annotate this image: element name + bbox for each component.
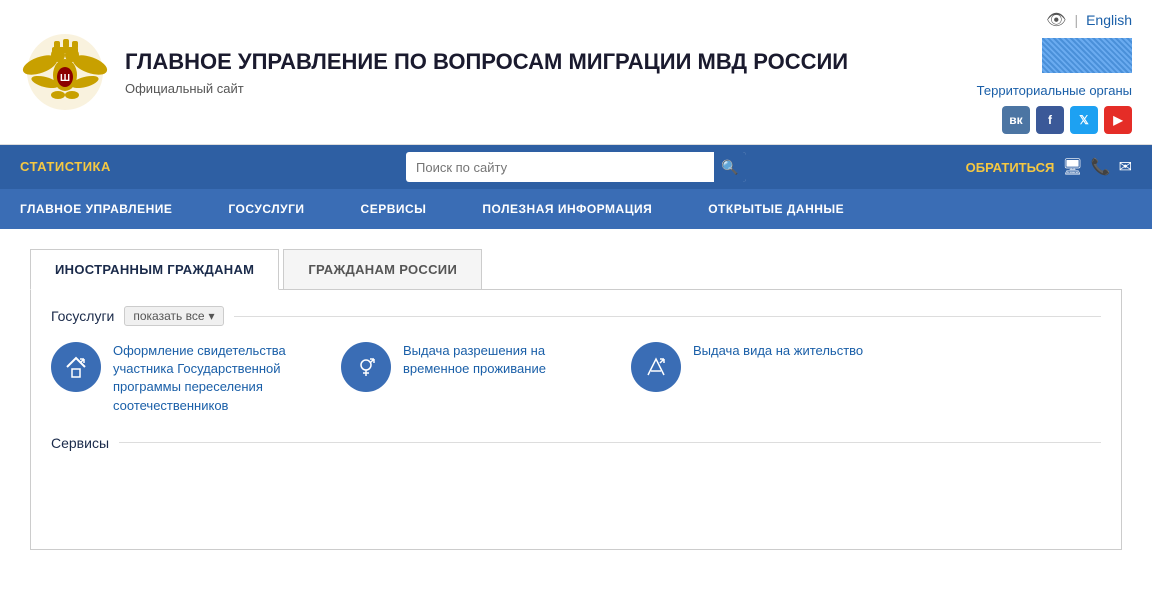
- service-text-1[interactable]: Оформление свидетельства участника Госуд…: [113, 342, 311, 415]
- service-card-2: Выдача разрешения на временное проживани…: [341, 342, 601, 415]
- service-cards-row: Оформление свидетельства участника Госуд…: [51, 342, 1101, 415]
- social-fb-icon[interactable]: f: [1036, 106, 1064, 134]
- gosuslugi-title: Госуслуги: [51, 308, 114, 324]
- english-lang-link[interactable]: English: [1086, 12, 1132, 28]
- logo-area: Ш ГЛАВНОЕ УПРАВЛЕНИЕ ПО ВОПРОСАМ МИГРАЦИ…: [20, 27, 972, 117]
- nav-main-servisy[interactable]: СЕРВИСЫ: [333, 202, 455, 216]
- service-text-2[interactable]: Выдача разрешения на временное проживани…: [403, 342, 601, 378]
- tab-foreign-citizens[interactable]: ИНОСТРАННЫМ ГРАЖДАНАМ: [30, 249, 279, 290]
- gosuslugi-header: Госуслуги показать все ▾: [51, 306, 1101, 326]
- social-tw-icon[interactable]: 𝕏: [1070, 106, 1098, 134]
- monitor-icon[interactable]: 🖥: [1062, 157, 1082, 177]
- service-card-3: Выдача вида на жительство: [631, 342, 863, 415]
- gosuslugi-line: [234, 316, 1101, 317]
- temporary-residence-icon: [352, 353, 380, 381]
- content-area: ИНОСТРАННЫМ ГРАЖДАНАМ ГРАЖДАНАМ РОССИИ Г…: [0, 229, 1152, 570]
- nav-top-bar: СТАТИСТИКА 🔍 ОБРАТИТЬСЯ 🖥 📞 ✉: [0, 145, 1152, 189]
- logo-emblem: Ш: [20, 27, 110, 117]
- show-all-label: показать все: [133, 309, 204, 323]
- nav-main-gosusligi[interactable]: ГОСУСЛУГИ: [200, 202, 332, 216]
- accessibility-icon[interactable]: 👁: [1046, 10, 1066, 30]
- lang-row: 👁 | English: [1046, 10, 1132, 30]
- site-header: Ш ГЛАВНОЕ УПРАВЛЕНИЕ ПО ВОПРОСАМ МИГРАЦИ…: [0, 0, 1152, 145]
- site-title: ГЛАВНОЕ УПРАВЛЕНИЕ ПО ВОПРОСАМ МИГРАЦИИ …: [125, 48, 848, 77]
- pattern-decoration: [1042, 38, 1132, 73]
- services-line: [119, 442, 1101, 443]
- show-all-button[interactable]: показать все ▾: [124, 306, 223, 326]
- contact-nav-item[interactable]: ОБРАТИТЬСЯ: [966, 160, 1055, 175]
- services-title: Сервисы: [51, 435, 109, 451]
- tab-content-area: Госуслуги показать все ▾ Оформление свид…: [30, 290, 1122, 550]
- service-icon-circle-2: [341, 342, 391, 392]
- service-card-1: Оформление свидетельства участника Госуд…: [51, 342, 311, 415]
- svg-text:Ш: Ш: [60, 73, 70, 84]
- search-input[interactable]: [406, 160, 714, 175]
- search-button[interactable]: 🔍: [714, 152, 746, 182]
- nav-main-otkrytye[interactable]: ОТКРЫТЫЕ ДАННЫЕ: [680, 202, 872, 216]
- nav-main-poleznaya[interactable]: ПОЛЕЗНАЯ ИНФОРМАЦИЯ: [454, 202, 680, 216]
- resettlement-icon: [62, 353, 90, 381]
- nav-main-bar: ГЛАВНОЕ УПРАВЛЕНИЕ ГОСУСЛУГИ СЕРВИСЫ ПОЛ…: [0, 189, 1152, 229]
- chevron-down-icon: ▾: [209, 309, 215, 323]
- residence-permit-icon: [642, 353, 670, 381]
- site-subtitle: Официальный сайт: [125, 81, 848, 96]
- tab-russian-citizens[interactable]: ГРАЖДАНАМ РОССИИ: [283, 249, 482, 289]
- tabs-row: ИНОСТРАННЫМ ГРАЖДАНАМ ГРАЖДАНАМ РОССИИ: [30, 249, 1122, 290]
- social-vk-icon[interactable]: вк: [1002, 106, 1030, 134]
- service-icon-circle-3: [631, 342, 681, 392]
- lang-separator: |: [1074, 12, 1078, 28]
- header-right: 👁 | English Территориальные органы вк f …: [972, 10, 1132, 134]
- nav-top-left: СТАТИСТИКА: [20, 158, 298, 176]
- email-icon[interactable]: ✉: [1119, 157, 1132, 177]
- header-title-block: ГЛАВНОЕ УПРАВЛЕНИЕ ПО ВОПРОСАМ МИГРАЦИИ …: [125, 48, 848, 96]
- service-text-3[interactable]: Выдача вида на жительство: [693, 342, 863, 360]
- service-icon-circle-1: [51, 342, 101, 392]
- territorial-organs-link[interactable]: Территориальные органы: [977, 83, 1132, 98]
- statistics-nav-item[interactable]: СТАТИСТИКА: [20, 159, 111, 174]
- phone-icon[interactable]: 📞: [1091, 157, 1111, 177]
- search-box: 🔍: [406, 152, 746, 182]
- search-area: 🔍: [298, 152, 854, 182]
- social-icons-row: вк f 𝕏 ▶: [1002, 106, 1132, 134]
- search-icon: 🔍: [721, 159, 738, 176]
- services-section: Сервисы: [51, 435, 1101, 451]
- social-yt-icon[interactable]: ▶: [1104, 106, 1132, 134]
- nav-top-right: ОБРАТИТЬСЯ 🖥 📞 ✉: [854, 157, 1132, 177]
- nav-main-upravlenie[interactable]: ГЛАВНОЕ УПРАВЛЕНИЕ: [20, 202, 200, 216]
